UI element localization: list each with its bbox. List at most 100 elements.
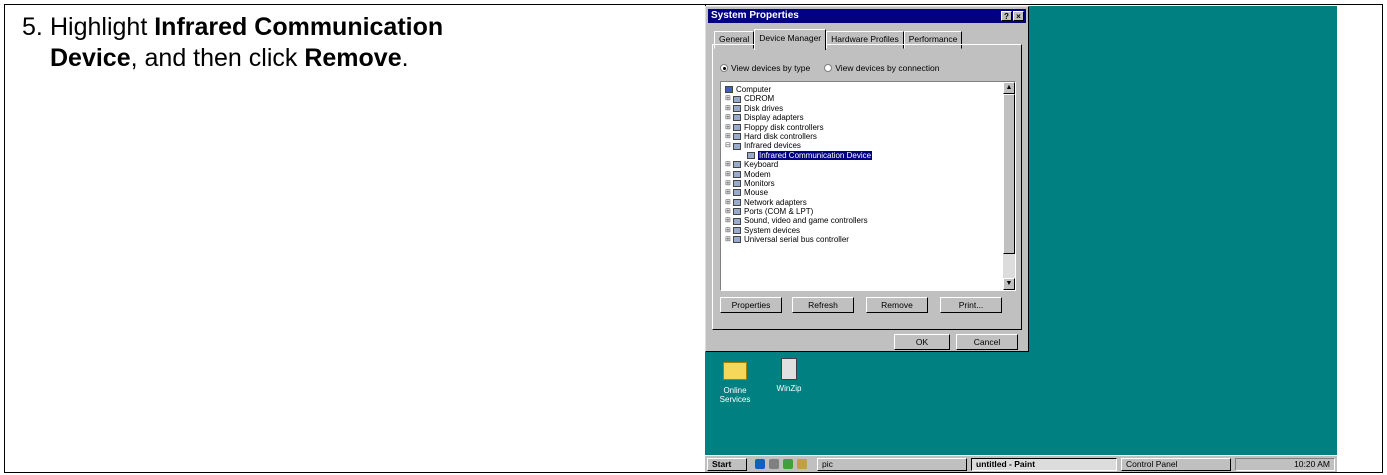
tree-item[interactable]: ⊞ Floppy disk controllers [725,123,872,132]
tree-item-selected[interactable]: Infrared Communication Device [725,150,873,161]
device-icon [747,151,755,159]
expand-icon[interactable]: ⊞ [725,207,733,216]
expand-icon[interactable]: ⊞ [725,160,733,169]
instruction-target: Infrared Communication [154,13,444,41]
print-button[interactable]: Print... [940,297,1002,313]
device-tree-list: Computer ⊞ CDROM ⊞ Disk drives ⊞ Display adapt… [725,85,873,245]
expand-icon[interactable]: ⊞ [725,123,733,132]
desktop-icon-online-services[interactable]: Online Services [713,362,757,404]
device-icon [733,236,741,244]
radio-selected-icon [720,64,728,72]
tree-item[interactable]: ⊞ Disk drives [725,104,872,113]
close-button[interactable]: × [1013,11,1024,21]
radio-by-type-label: View devices by type [731,63,811,73]
outlook-quicklaunch-icon[interactable] [769,459,779,469]
scroll-thumb[interactable] [1003,94,1015,254]
tree-item[interactable]: ⊞ Display adapters [725,113,872,122]
clock[interactable]: 10:20 AM [1294,459,1330,469]
tree-item[interactable]: ⊞ System devices [725,226,872,235]
tree-item[interactable]: ⊞ Keyboard [725,160,872,169]
device-icon [733,142,741,150]
expand-icon[interactable]: ⊞ [725,170,733,179]
start-button[interactable]: Start [707,458,747,471]
collapse-icon[interactable]: ⊟ [725,141,733,150]
tree-item[interactable]: ⊞ Sound, video and game controllers [725,216,872,225]
expand-icon[interactable]: ⊞ [725,104,733,113]
tree-item-label: Sound, video and game controllers [744,216,868,226]
tree-item-label: Floppy disk controllers [744,122,824,132]
refresh-button[interactable]: Refresh [792,297,854,313]
taskbar-item-control-panel[interactable]: Control Panel [1121,458,1231,471]
ie-quicklaunch-icon[interactable] [755,459,765,469]
radio-by-type[interactable]: View devices by type [720,63,810,73]
tree-item-label: System devices [744,225,801,235]
taskbar: Start pic untitled - Paint Control Panel… [705,455,1337,472]
device-icon [733,161,741,169]
tree-item[interactable]: ⊞ Monitors [725,179,872,188]
taskbar-control-panel-label: Control Panel [1126,459,1178,469]
expand-icon[interactable]: ⊞ [725,113,733,122]
tree-item-label: Network adapters [744,197,807,207]
device-icon [733,227,741,235]
device-icon [733,170,741,178]
scroll-up-button[interactable]: ▲ [1003,82,1015,94]
tree-item[interactable]: ⊞ Network adapters [725,198,872,207]
start-label: Start [712,459,732,469]
desktop-screenshot: System Properties ? × General Device Man… [705,6,1337,472]
tab-strip: General Device Manager Hardware Profiles… [714,29,963,50]
ok-button[interactable]: OK [894,334,950,350]
tree-item-label: Universal serial bus controller [744,235,849,245]
tree-item-label: Monitors [744,178,775,188]
device-icon [733,114,741,122]
desktop-quicklaunch-icon[interactable] [783,459,793,469]
expand-icon[interactable]: ⊞ [725,94,733,103]
system-properties-window: System Properties ? × General Device Man… [705,6,1029,352]
expand-icon[interactable]: ⊞ [725,216,733,225]
window-titlebar[interactable]: System Properties ? × [708,9,1026,23]
online-services-label: Online Services [719,386,751,404]
tree-scrollbar[interactable]: ▲ ▼ [1003,82,1015,290]
desktop-icon-winzip[interactable]: WinZip [767,358,811,393]
instruction-target-cont: Device [50,44,131,72]
device-icon [733,180,741,188]
help-button[interactable]: ? [1001,11,1012,21]
taskbar-paint-label: untitled - Paint [976,459,1036,469]
step-number: 5. [22,13,43,41]
device-icon [733,95,741,103]
expand-icon[interactable]: ⊞ [725,235,733,244]
cancel-button[interactable]: Cancel [956,334,1018,350]
tree-item[interactable]: ⊞ Mouse [725,188,872,197]
properties-button[interactable]: Properties [720,297,782,313]
tree-item-label: CDROM [744,94,775,104]
expand-icon[interactable]: ⊞ [725,179,733,188]
tree-item[interactable]: ⊞ CDROM [725,94,872,103]
tree-item[interactable]: ⊞ Universal serial bus controller [725,235,872,244]
folder-icon [723,362,747,380]
device-icon [725,86,733,94]
device-icon [733,208,741,216]
view-mode-radios: View devices by type View devices by con… [720,63,940,73]
tree-item[interactable]: ⊞ Ports (COM & LPT) [725,207,872,216]
tree-item[interactable]: Computer [725,85,872,94]
scroll-down-button[interactable]: ▼ [1003,278,1015,290]
taskbar-item-paint[interactable]: untitled - Paint [971,458,1117,471]
expand-icon[interactable]: ⊞ [725,198,733,207]
tree-item-label: Computer [736,85,772,94]
expand-icon[interactable]: ⊞ [725,226,733,235]
instruction-action: Remove [304,44,402,72]
device-icon [733,198,741,206]
tree-item-label: Display adapters [744,113,804,123]
device-tree: Computer ⊞ CDROM ⊞ Disk drives ⊞ Display adapt… [720,81,1016,291]
remove-button[interactable]: Remove [866,297,928,313]
tab-device-manager[interactable]: Device Manager [754,29,827,50]
radio-by-connection[interactable]: View devices by connection [824,63,940,73]
tree-item[interactable]: ⊞ Modem [725,170,872,179]
channels-quicklaunch-icon[interactable] [797,459,807,469]
expand-icon[interactable]: ⊞ [725,132,733,141]
taskbar-item-pic[interactable]: pic [817,458,967,471]
tree-item-label: Keyboard [744,160,779,170]
expand-icon[interactable]: ⊞ [725,188,733,197]
tree-item[interactable]: ⊟ Infrared devices [725,141,872,150]
radio-by-connection-label: View devices by connection [835,63,940,73]
tree-item[interactable]: ⊞ Hard disk controllers [725,132,872,141]
